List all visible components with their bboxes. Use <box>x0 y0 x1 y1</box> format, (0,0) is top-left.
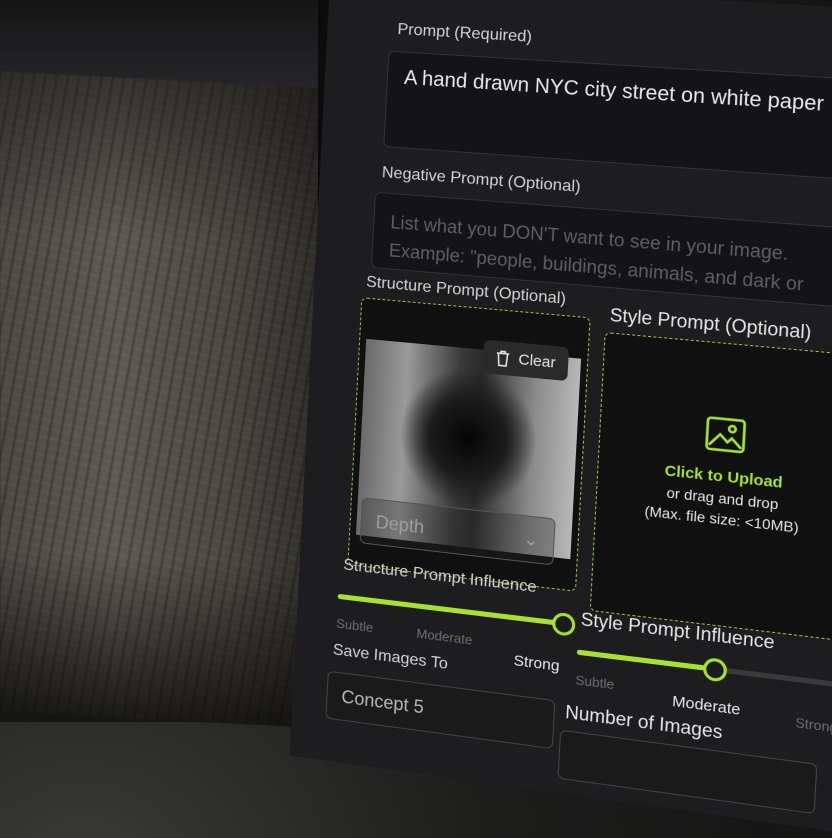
negative-prompt-label: Negative Prompt (Optional) <box>381 164 582 196</box>
tick-label: Subtle <box>335 615 374 636</box>
tick-label: Moderate <box>416 625 473 648</box>
structure-prompt-dropzone[interactable]: Clear Depth ⌄ <box>347 297 591 592</box>
save-images-select[interactable]: Concept 5 <box>325 670 556 750</box>
prompt-textarea[interactable]: A hand drawn NYC city street on white pa… <box>383 50 832 183</box>
style-influence-slider[interactable]: Subtle Moderate Strong <box>575 641 832 736</box>
trash-icon <box>495 349 510 367</box>
generation-settings-panel: Prompt (Required) A hand drawn NYC city … <box>289 0 832 838</box>
tick-label: Strong <box>794 714 832 736</box>
tick-label-selected: Moderate <box>671 692 741 719</box>
tick-label-selected: Strong <box>513 651 561 676</box>
structure-mode-value: Depth <box>375 511 425 537</box>
tick-label: Subtle <box>575 672 615 693</box>
slider-thumb[interactable] <box>551 611 576 637</box>
style-prompt-dropzone[interactable]: Click to Upload or drag and drop (Max. f… <box>589 331 832 642</box>
clear-label: Clear <box>517 350 557 372</box>
slider-thumb[interactable] <box>702 656 728 683</box>
save-images-label: Save Images To <box>332 641 449 674</box>
image-icon <box>704 415 747 454</box>
sketch-preview-image <box>0 71 330 729</box>
prompt-label: Prompt (Required) <box>397 20 533 46</box>
number-of-images-input[interactable] <box>557 729 818 815</box>
save-images-value: Concept 5 <box>340 686 425 717</box>
chevron-down-icon: ⌄ <box>522 527 540 550</box>
slider-fill <box>576 649 716 672</box>
